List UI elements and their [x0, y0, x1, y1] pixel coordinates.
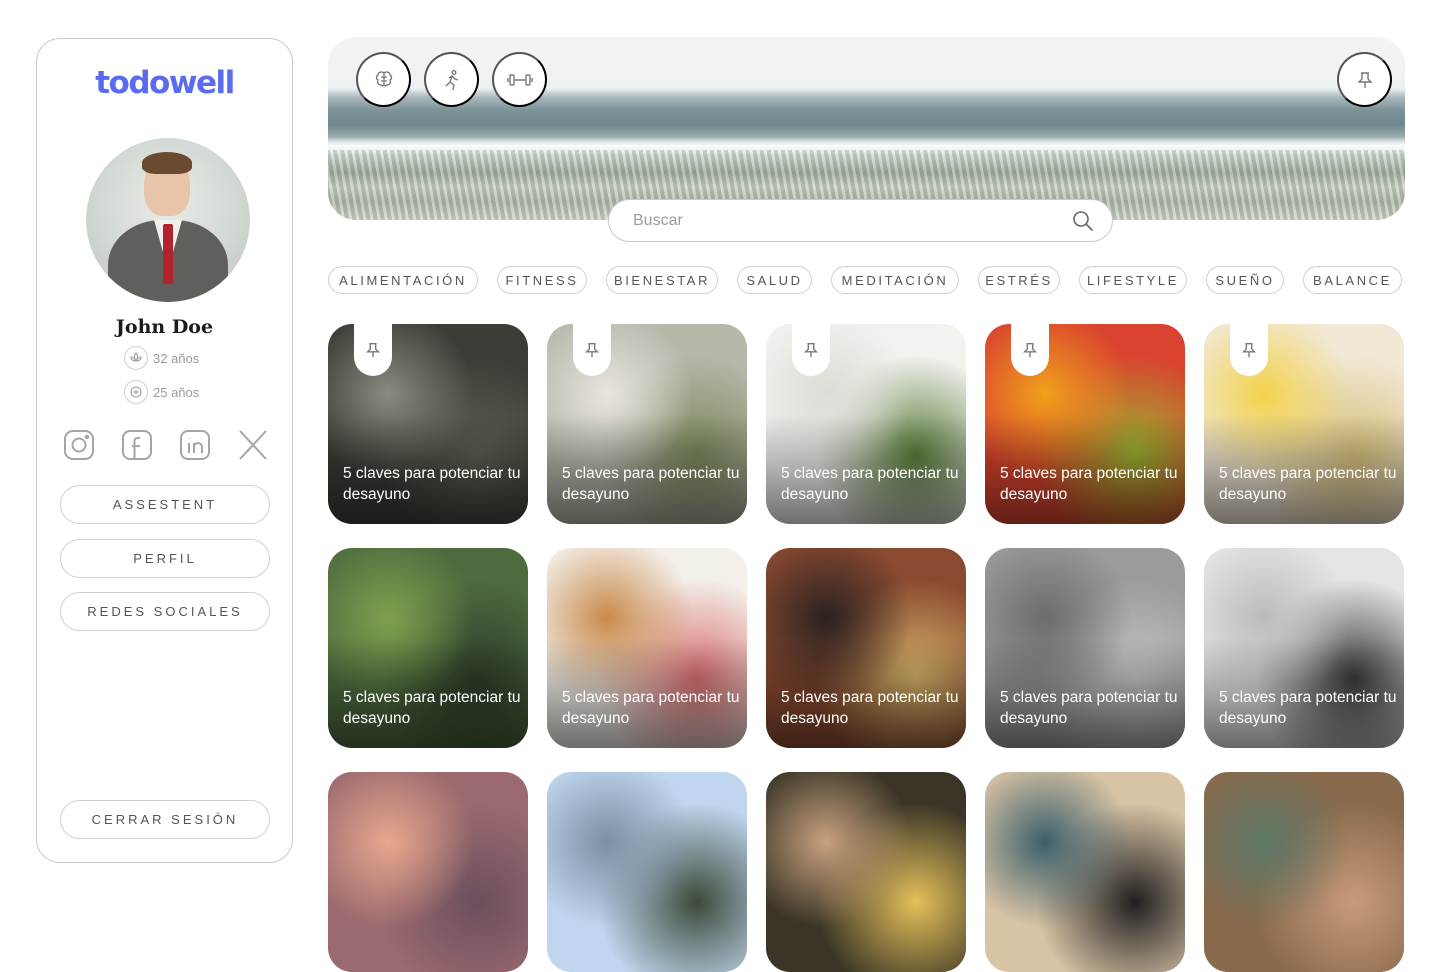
pin-icon[interactable] — [1011, 324, 1049, 376]
linkedin-icon[interactable] — [177, 427, 213, 463]
article-title: 5 claves para potenciar tu desayuno — [1219, 465, 1397, 503]
stat-mind-age: 25 años — [124, 380, 199, 404]
dumbbell-icon[interactable] — [492, 52, 547, 107]
article-title: 5 claves para potenciar tu desayuno — [343, 465, 521, 503]
article-card[interactable] — [766, 772, 966, 972]
article-title: 5 claves para potenciar tu desayuno — [1000, 465, 1178, 503]
stat-age: 32 años — [124, 346, 199, 370]
chip-salud[interactable]: SALUD — [737, 266, 812, 294]
pin-icon[interactable] — [1337, 52, 1392, 107]
chip-sueno[interactable]: SUEÑO — [1206, 266, 1284, 294]
article-image — [547, 772, 747, 972]
avatar[interactable] — [86, 138, 250, 302]
search-input[interactable] — [633, 210, 1053, 232]
article-title: 5 claves para potenciar tu desayuno — [562, 689, 740, 727]
search-icon[interactable] — [1072, 210, 1094, 232]
article-title: 5 claves para potenciar tu desayuno — [781, 465, 959, 503]
article-title: 5 claves para potenciar tu desayuno — [562, 465, 740, 503]
article-title: 5 claves para potenciar tu desayuno — [343, 689, 521, 727]
lotus-icon — [124, 346, 148, 370]
chip-meditacion[interactable]: MEDITACIÓN — [831, 266, 959, 294]
logout-button[interactable]: CERRAR SESIÓN — [60, 800, 270, 839]
article-card[interactable]: 5 claves para potenciar tu desayuno — [328, 324, 528, 524]
hero-banner — [328, 37, 1405, 220]
chip-balance[interactable]: BALANCE — [1303, 266, 1402, 294]
pin-icon[interactable] — [1230, 324, 1268, 376]
search-bar — [608, 199, 1113, 242]
article-title: 5 claves para potenciar tu desayuno — [1219, 689, 1397, 727]
chip-bienestar[interactable]: BIENESTAR — [606, 266, 718, 294]
article-card[interactable]: 5 claves para potenciar tu desayuno — [766, 324, 966, 524]
pin-icon[interactable] — [573, 324, 611, 376]
article-card[interactable] — [547, 772, 747, 972]
article-image — [985, 772, 1185, 972]
instagram-icon[interactable] — [61, 427, 97, 463]
article-card[interactable]: 5 claves para potenciar tu desayuno — [1204, 324, 1404, 524]
stat-age-value: 32 años — [153, 350, 200, 366]
chip-fitness[interactable]: FITNESS — [497, 266, 587, 294]
article-card[interactable]: 5 claves para potenciar tu desayuno — [1204, 548, 1404, 748]
brain-icon[interactable] — [356, 52, 411, 107]
assessment-button[interactable]: ASSESTENT — [60, 485, 270, 524]
social-networks-button[interactable]: REDES SOCIALES — [60, 592, 270, 631]
facebook-icon[interactable] — [119, 427, 155, 463]
article-title: 5 claves para potenciar tu desayuno — [781, 689, 959, 727]
pin-icon[interactable] — [792, 324, 830, 376]
article-card[interactable] — [1204, 772, 1404, 972]
article-image — [328, 772, 528, 972]
article-card[interactable]: 5 claves para potenciar tu desayuno — [547, 548, 747, 748]
article-card[interactable] — [985, 772, 1185, 972]
article-title: 5 claves para potenciar tu desayuno — [1000, 689, 1178, 727]
profile-sidebar: todowell John Doe 32 años 25 años ASSEST… — [36, 38, 293, 863]
article-card[interactable]: 5 claves para potenciar tu desayuno — [985, 324, 1185, 524]
chip-estres[interactable]: ESTRÉS — [978, 266, 1060, 294]
stat-mind-age-value: 25 años — [153, 384, 200, 400]
article-card[interactable] — [328, 772, 528, 972]
pin-icon[interactable] — [354, 324, 392, 376]
article-card[interactable]: 5 claves para potenciar tu desayuno — [547, 324, 747, 524]
profile-name: John Doe — [115, 316, 214, 338]
running-icon[interactable] — [424, 52, 479, 107]
brain-circle-icon — [124, 380, 148, 404]
article-image — [1204, 772, 1404, 972]
todowell-logo[interactable]: todowell — [37, 65, 292, 101]
chip-alimentacion[interactable]: ALIMENTACIÓN — [328, 266, 478, 294]
article-image — [766, 772, 966, 972]
social-links — [61, 427, 271, 463]
x-icon[interactable] — [235, 427, 271, 463]
profile-button[interactable]: PERFIL — [60, 539, 270, 578]
article-card[interactable]: 5 claves para potenciar tu desayuno — [766, 548, 966, 748]
chip-lifestyle[interactable]: LIFESTYLE — [1079, 266, 1187, 294]
article-card[interactable]: 5 claves para potenciar tu desayuno — [985, 548, 1185, 748]
article-card[interactable]: 5 claves para potenciar tu desayuno — [328, 548, 528, 748]
